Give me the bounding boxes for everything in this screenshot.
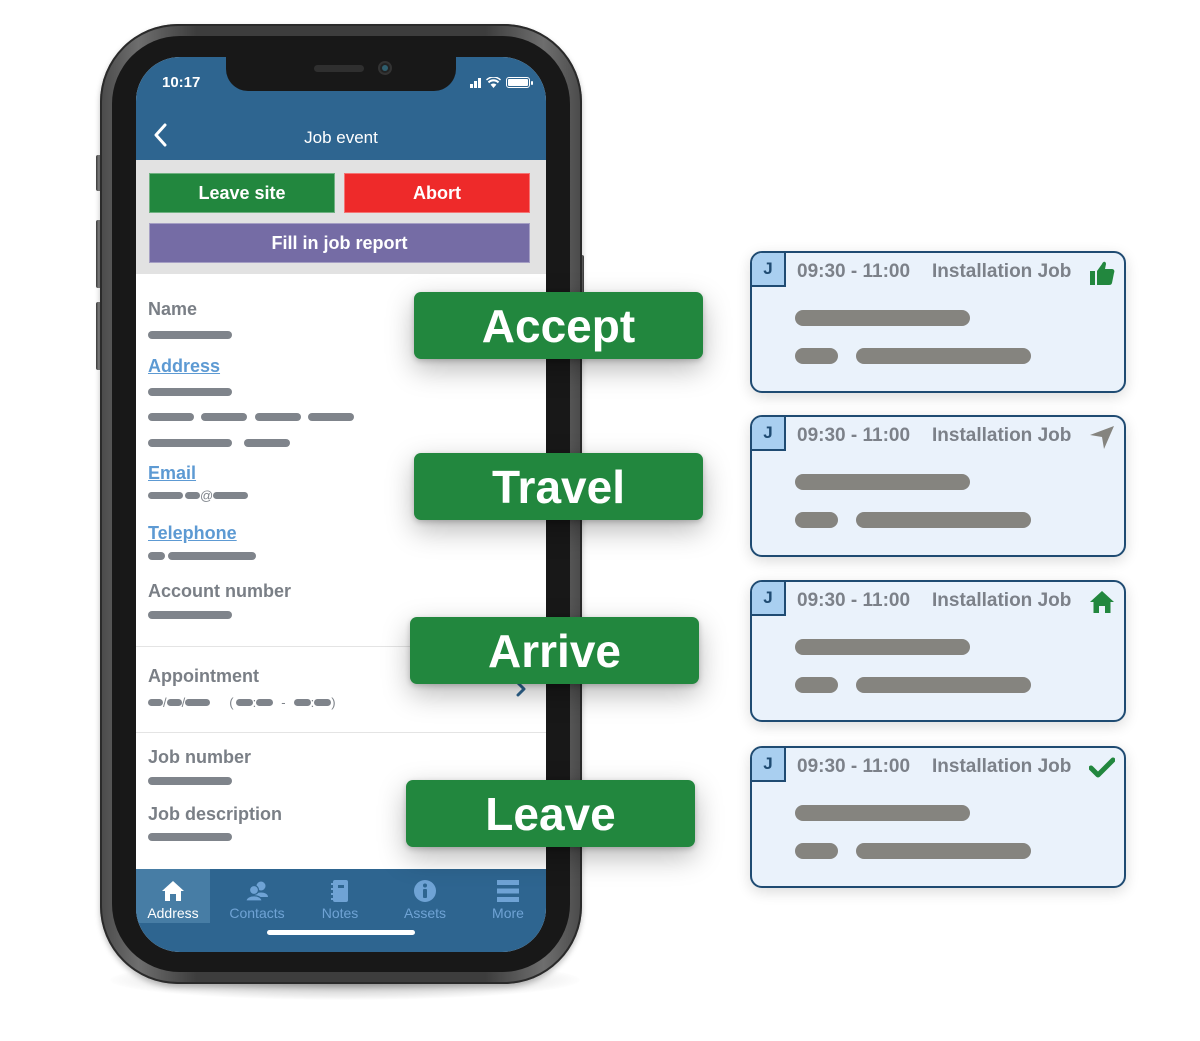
email-link[interactable]: Email [148, 463, 196, 484]
job-type-badge: J [752, 253, 786, 287]
account-number-placeholder [148, 611, 232, 619]
address-line-placeholder [148, 439, 232, 447]
address-link[interactable]: Address [148, 356, 220, 377]
address-line-placeholder [244, 439, 290, 447]
home-icon [161, 878, 185, 904]
stage-accept-label: Accept [414, 292, 703, 359]
thumbs-up-icon [1088, 259, 1116, 287]
action-bar: Leave site Abort Fill in job report [136, 160, 546, 274]
address-line-placeholder [255, 413, 301, 421]
job-type: Installation Job [932, 756, 1072, 777]
job-detail-placeholder [795, 512, 838, 528]
leave-site-button[interactable]: Leave site [149, 173, 335, 213]
nav-item-notes[interactable]: Notes [303, 869, 377, 923]
job-time: 09:30 - 11:00 [797, 756, 911, 777]
job-detail-placeholder [856, 512, 1031, 528]
job-type-badge: J [752, 748, 786, 782]
job-type: Installation Job [932, 590, 1072, 611]
job-type-badge: J [752, 417, 786, 451]
address-line-placeholder [201, 413, 247, 421]
telephone-value-placeholder [148, 552, 165, 560]
contacts-icon [245, 878, 269, 904]
address-line-placeholder [148, 413, 194, 421]
fill-job-report-button[interactable]: Fill in job report [149, 223, 530, 263]
job-description-placeholder [148, 833, 232, 841]
nav-item-contacts[interactable]: Contacts [220, 869, 294, 923]
job-detail-placeholder [795, 677, 838, 693]
nav-label: Address [147, 905, 199, 921]
stage-travel-label: Travel [414, 453, 703, 520]
job-card-arrived[interactable]: J 09:30 - 11:00 Installation Job [750, 580, 1126, 722]
status-time: 10:17 [162, 74, 201, 91]
job-time: 09:30 - 11:00 [797, 590, 911, 611]
name-value-placeholder [148, 331, 232, 339]
battery-icon [506, 77, 533, 88]
email-at-sign: @ [200, 488, 214, 503]
home-indicator[interactable] [267, 930, 415, 935]
nav-label: More [492, 905, 524, 921]
job-detail-placeholder [795, 843, 838, 859]
home-icon [1088, 588, 1116, 616]
job-type: Installation Job [932, 261, 1072, 282]
signal-icon [470, 77, 481, 88]
job-detail-placeholder [795, 348, 838, 364]
checkmark-icon [1088, 754, 1116, 782]
job-detail-placeholder [856, 843, 1031, 859]
address-line-placeholder [308, 413, 354, 421]
nav-item-assets[interactable]: Assets [388, 869, 462, 923]
page-title: Job event [304, 128, 378, 147]
menu-icon [496, 878, 520, 904]
job-number-placeholder [148, 777, 232, 785]
job-detail-placeholder [856, 677, 1031, 693]
job-card-travelling[interactable]: J 09:30 - 11:00 Installation Job [750, 415, 1126, 557]
appointment-label: Appointment [148, 666, 259, 686]
job-time: 09:30 - 11:00 [797, 261, 911, 282]
stage-arrive-label: Arrive [410, 617, 699, 684]
job-card-completed[interactable]: J 09:30 - 11:00 Installation Job [750, 746, 1126, 888]
job-type: Installation Job [932, 425, 1072, 446]
nav-item-address[interactable]: Address [136, 869, 210, 923]
telephone-link[interactable]: Telephone [148, 523, 237, 544]
telephone-value-placeholder [168, 552, 256, 560]
nav-label: Contacts [229, 905, 285, 921]
account-number-label: Account number [148, 581, 292, 601]
notch [226, 57, 456, 91]
navigation-arrow-icon [1088, 423, 1116, 451]
divider [136, 732, 546, 733]
job-detail-placeholder [795, 639, 970, 655]
camera [378, 61, 392, 75]
stage-leave-label: Leave [406, 780, 695, 847]
notebook-icon [330, 878, 350, 904]
appointment-value-placeholder: / / ( : - : ) [148, 695, 336, 710]
job-detail-placeholder [795, 805, 970, 821]
job-number-label: Job number [148, 747, 252, 767]
job-detail-placeholder [795, 310, 970, 326]
job-time: 09:30 - 11:00 [797, 425, 911, 446]
nav-item-more[interactable]: More [471, 869, 545, 923]
name-label: Name [148, 299, 198, 319]
nav-label: Notes [321, 905, 359, 921]
job-card-accepted[interactable]: J 09:30 - 11:00 Installation Job [750, 251, 1126, 393]
bottom-nav: Address Contacts Notes Assets More [136, 869, 546, 952]
job-type-badge: J [752, 582, 786, 616]
abort-button[interactable]: Abort [344, 173, 530, 213]
email-value-placeholder: @ [148, 488, 249, 503]
address-line-placeholder [148, 388, 232, 396]
wifi-icon [486, 77, 501, 88]
job-detail-placeholder [856, 348, 1031, 364]
job-detail-placeholder [795, 474, 970, 490]
info-icon [413, 878, 437, 904]
job-description-label: Job description [148, 804, 283, 824]
status-icons [470, 77, 533, 88]
nav-label: Assets [403, 905, 446, 921]
speaker [314, 65, 364, 72]
